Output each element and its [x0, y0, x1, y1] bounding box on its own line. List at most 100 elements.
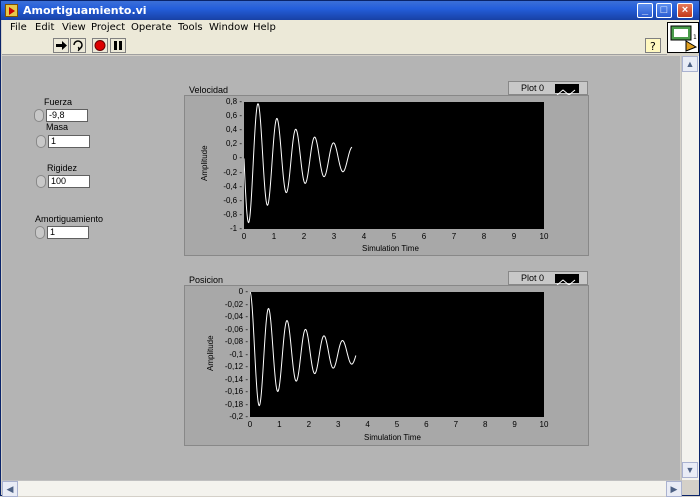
fuerza-increment-decrement[interactable] — [34, 109, 44, 122]
x-tick-label: 9 — [512, 420, 517, 429]
x-tick-label: 10 — [539, 232, 549, 241]
minimize-button[interactable]: _ — [637, 3, 653, 18]
close-button[interactable]: × — [677, 3, 693, 18]
menu-operate[interactable]: Operate — [131, 22, 172, 33]
x-tick-label: 8 — [482, 420, 488, 429]
y-tick-label: -0,2 - — [223, 167, 242, 177]
y-tick-label: 0 - — [238, 287, 248, 296]
x-tick-label: 1 — [271, 232, 277, 241]
velocidad-plot-legend[interactable]: Plot 0 — [508, 81, 588, 96]
menu-help[interactable]: Help — [253, 22, 276, 33]
y-tick-label: 0,8 - — [225, 97, 242, 106]
x-tick-label: 5 — [394, 420, 400, 429]
y-tick-label: 0,2 - — [225, 139, 242, 149]
run-arrow-icon[interactable] — [53, 38, 69, 53]
x-tick-label: 2 — [306, 420, 312, 429]
y-tick-label: -0,4 - — [223, 181, 242, 191]
posicion-plot-area[interactable] — [249, 291, 544, 417]
velocidad-legend-swatch — [555, 84, 579, 96]
svg-text:?: ? — [650, 40, 656, 52]
x-tick-label: 6 — [424, 420, 429, 429]
x-tick-label: 6 — [421, 232, 427, 241]
y-tick-label: -0,14 - — [224, 374, 248, 384]
rigidez-input[interactable]: 100 — [48, 175, 90, 188]
posicion-x-axis-title: Simulation Time — [364, 433, 421, 442]
posicion-y-axis-title: Amplitude — [206, 335, 215, 371]
posicion-graph-label: Posicion — [189, 275, 224, 285]
y-tick-label: -0,6 - — [223, 195, 242, 205]
scroll-down-button[interactable]: ▼ — [682, 462, 698, 478]
amortiguamiento-input[interactable]: 1 — [47, 226, 89, 239]
masa-control[interactable]: 1 — [36, 135, 92, 148]
posicion-plot-legend[interactable]: Plot 0 — [508, 271, 588, 286]
window-title: Amortiguamiento.vi — [23, 4, 147, 17]
masa-input[interactable]: 1 — [48, 135, 90, 148]
x-tick-label: 4 — [365, 420, 370, 429]
run-continuously-icon[interactable] — [70, 38, 86, 53]
maximize-button[interactable]: □ — [656, 3, 672, 18]
menu-edit[interactable]: Edit — [35, 22, 54, 33]
x-tick-label: 5 — [391, 232, 397, 241]
x-tick-label: 10 — [539, 420, 549, 429]
menu-tools[interactable]: Tools — [178, 22, 203, 33]
x-tick-label: 9 — [511, 232, 517, 241]
x-tick-label: 2 — [301, 232, 307, 241]
fuerza-control[interactable]: -9,8 — [34, 109, 90, 122]
y-tick-label: -0,18 - — [224, 399, 248, 409]
vi-connector-icon[interactable]: 1 — [667, 22, 699, 53]
menu-project[interactable]: Project — [91, 22, 125, 33]
rigidez-label: Rigidez — [47, 163, 78, 173]
vertical-scrollbar[interactable]: ▲ ▼ — [681, 56, 699, 480]
y-tick-label: 0,4 - — [225, 125, 242, 135]
x-tick-label: 0 — [241, 232, 247, 241]
x-tick-label: 3 — [331, 232, 337, 241]
posicion-plot-svg — [249, 291, 357, 407]
labview-window: Amortiguamiento.vi _ □ × File Edit View … — [0, 0, 700, 497]
menu-window[interactable]: Window — [209, 22, 248, 33]
horizontal-scrollbar[interactable]: ◀ ▶ — [2, 480, 682, 497]
scroll-left-button[interactable]: ◀ — [2, 481, 18, 497]
masa-label: Masa — [46, 122, 69, 132]
svg-text:1: 1 — [693, 34, 697, 41]
y-tick-label: 0,6 - — [225, 111, 242, 121]
context-help-icon[interactable]: ? — [645, 38, 661, 53]
x-tick-label: 0 — [247, 420, 253, 429]
labview-vi-icon — [5, 4, 18, 17]
x-tick-label: 8 — [481, 232, 487, 241]
scroll-right-button[interactable]: ▶ — [666, 481, 682, 497]
abort-execution-icon[interactable] — [92, 38, 108, 53]
masa-increment-decrement[interactable] — [36, 135, 46, 148]
menu-view[interactable]: View — [62, 22, 86, 33]
amortiguamiento-control[interactable]: 1 — [35, 226, 91, 239]
rigidez-increment-decrement[interactable] — [36, 175, 46, 188]
y-tick-label: -0,12 - — [224, 362, 248, 371]
plot-trace — [243, 103, 353, 224]
toolbar: ? — [2, 36, 667, 55]
title-bar[interactable]: Amortiguamiento.vi _ □ × — [1, 1, 699, 20]
fuerza-input[interactable]: -9,8 — [46, 109, 88, 122]
y-tick-label: -0,8 - — [223, 209, 242, 219]
amortiguamiento-label: Amortiguamiento — [35, 214, 104, 224]
posicion-legend-swatch — [555, 274, 579, 286]
velocidad-x-axis-title: Simulation Time — [362, 244, 419, 253]
x-tick-label: 7 — [451, 232, 457, 241]
pause-icon[interactable] — [110, 38, 126, 53]
scroll-up-button[interactable]: ▲ — [682, 56, 698, 72]
y-tick-label: -0,1 - — [229, 349, 248, 359]
y-tick-label: -0,08 - — [224, 337, 248, 346]
velocidad-graph[interactable]: Velocidad Plot 0 0,8 - 0,6 - 0,4 - 0,2 - 0 -… — [182, 79, 590, 257]
velocidad-graph-label: Velocidad — [189, 85, 229, 95]
velocidad-plot-svg — [243, 103, 353, 224]
menu-file[interactable]: File — [10, 22, 27, 33]
y-tick-label: -0,16 - — [224, 387, 248, 396]
menu-bar: File Edit View Project Operate Tools Win… — [2, 20, 699, 36]
y-tick-label: -0,04 - — [224, 312, 248, 321]
x-tick-label: 4 — [361, 232, 367, 241]
amortiguamiento-increment-decrement[interactable] — [35, 226, 45, 239]
rigidez-control[interactable]: 100 — [36, 175, 92, 188]
y-tick-label: 0 - — [232, 153, 242, 163]
y-tick-label: -0,02 - — [224, 299, 248, 309]
posicion-graph[interactable]: Posicion Plot 0 0 - -0,02 - -0,04 - -0,06 -… — [182, 269, 590, 447]
velocidad-plot-area[interactable] — [243, 102, 544, 229]
y-tick-label: -0,06 - — [224, 324, 248, 334]
